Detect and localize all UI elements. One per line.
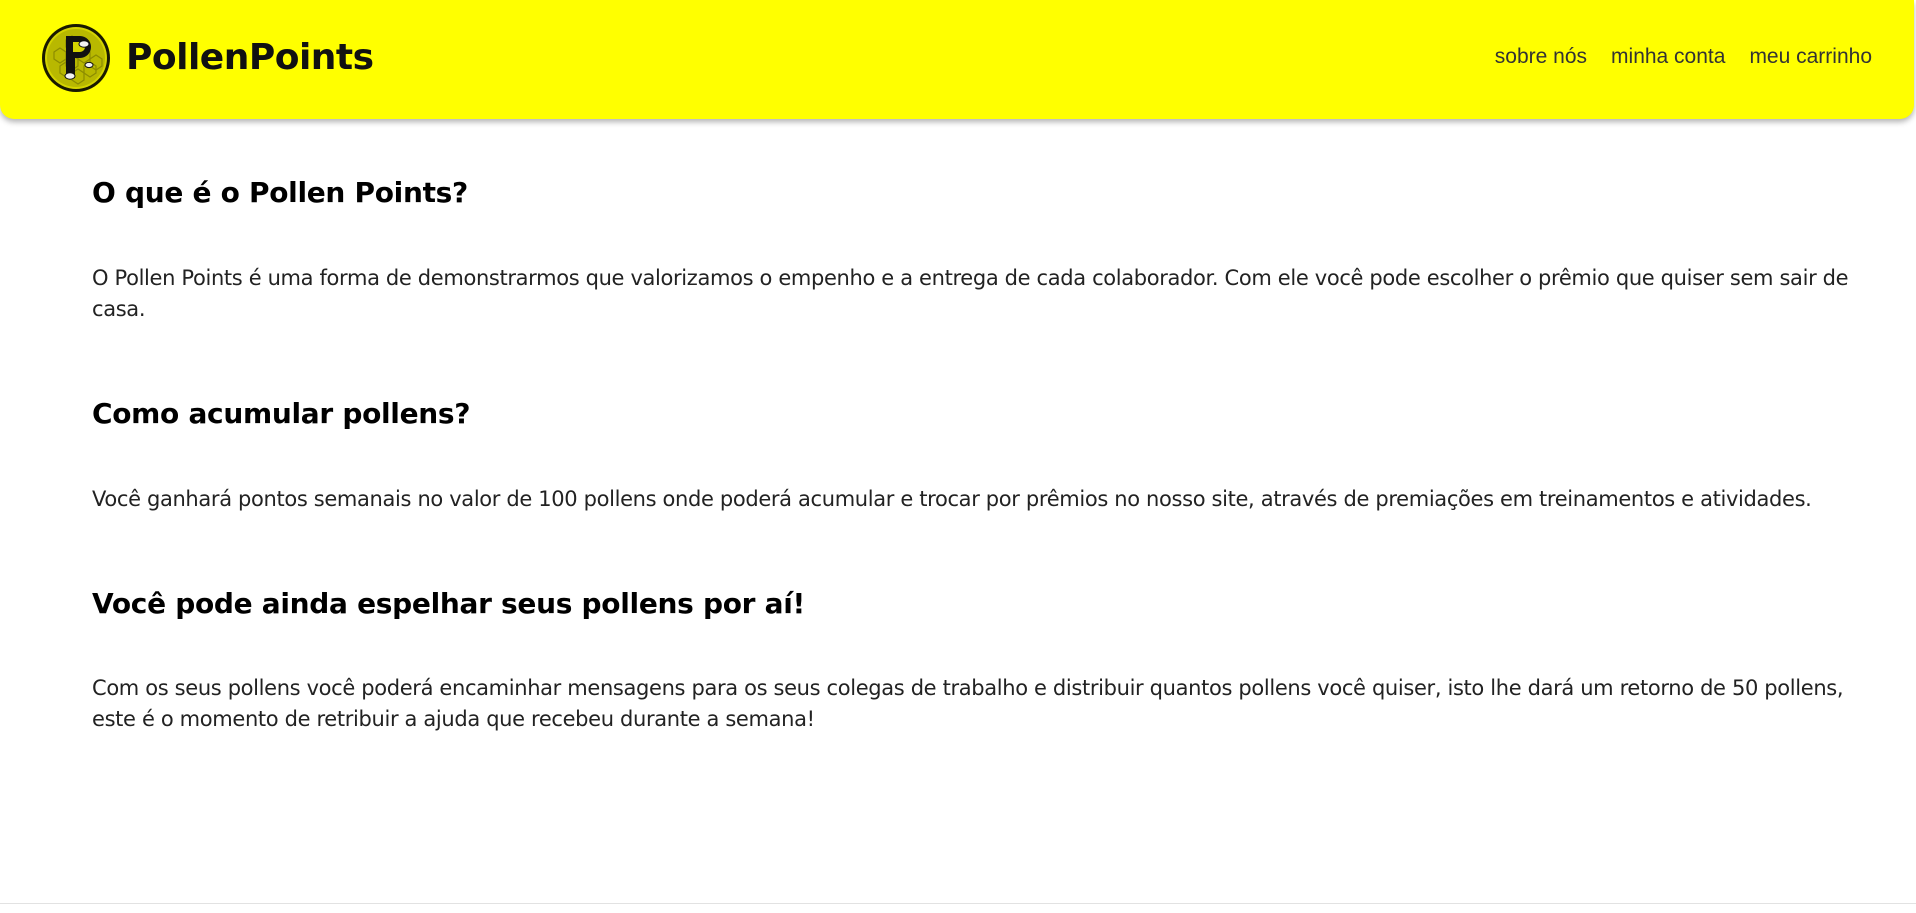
nav-link-minha-conta[interactable]: minha conta <box>1611 46 1725 67</box>
brand-name: PollenPoints <box>126 37 374 78</box>
section-title-how-to-accumulate: Como acumular pollens? <box>92 397 471 430</box>
section-title-share-pollens: Você pode ainda espelhar seus pollens po… <box>92 587 805 620</box>
nav-link-meu-carrinho[interactable]: meu carrinho <box>1749 46 1872 67</box>
section-text-how-to-accumulate: Você ganhará pontos semanais no valor de… <box>92 487 1812 511</box>
pollen-coin-logo-icon <box>42 24 110 92</box>
brand-link[interactable]: PollenPoints <box>40 22 374 94</box>
main-nav: sobre nós minha conta meu carrinho <box>1495 46 1872 67</box>
page-divider <box>0 903 1916 904</box>
section-text-share-pollens: Com os seus pollens você poderá encaminh… <box>92 676 1844 731</box>
section-title-what-is: O que é o Pollen Points? <box>92 176 468 209</box>
section-text-what-is: O Pollen Points é uma forma de demonstra… <box>92 266 1849 321</box>
nav-link-sobre-nos[interactable]: sobre nós <box>1495 46 1587 67</box>
top-navbar: PollenPoints sobre nós minha conta meu c… <box>0 0 1914 119</box>
